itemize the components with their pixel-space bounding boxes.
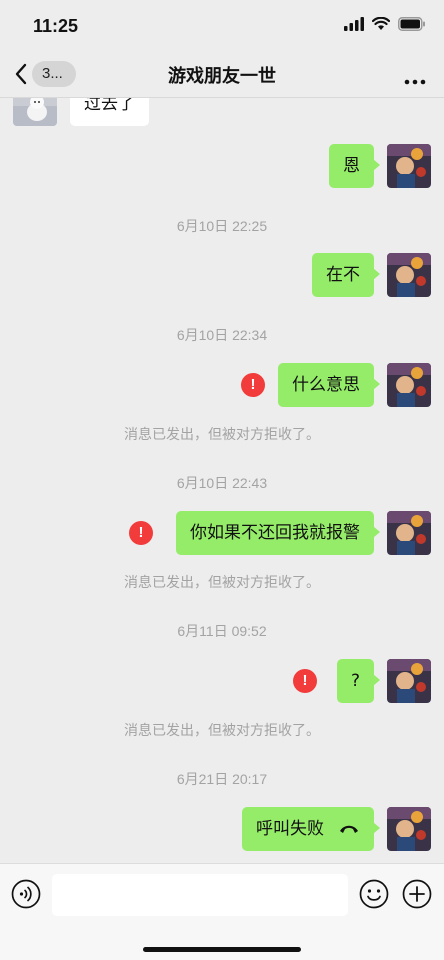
my-avatar-image [387,659,431,703]
my-avatar[interactable] [387,807,431,851]
timestamp: 6月21日 20:17 [176,771,268,787]
my-avatar[interactable] [387,253,431,297]
my-avatar[interactable] [387,363,431,407]
nav-bar: 3... 游戏朋友一世 [0,52,444,98]
my-avatar[interactable] [387,144,431,188]
signal-icon [344,17,364,31]
my-avatar-image [387,807,431,851]
timestamp: 6月10日 22:34 [176,327,268,343]
cat-avatar-image [13,98,57,126]
my-avatar[interactable] [387,511,431,555]
message-bubble-outgoing[interactable]: 什么意思 [278,363,380,407]
my-avatar-image [387,144,431,188]
voice-icon [11,879,41,909]
more-functions-button[interactable] [402,879,432,913]
voice-button[interactable] [11,879,41,913]
rejected-notice: 消息已发出，但被对方拒收了。 [124,427,320,443]
message-bubble-outgoing[interactable]: 你如果不还回我就报警 [176,511,380,555]
chat-title: 游戏朋友一世 [168,66,276,87]
rejected-notice: 消息已发出，但被对方拒收了。 [124,723,320,739]
call-failed-bubble[interactable]: 呼叫失败 [242,807,380,851]
my-avatar-image [387,363,431,407]
plus-icon [402,879,432,909]
message-bubble-outgoing[interactable]: 恩 [329,144,380,188]
status-bar: 11:25 [0,0,444,52]
input-bar [0,863,444,960]
status-icons [344,17,426,31]
home-indicator [143,947,301,952]
timestamp: 6月10日 22:25 [176,218,268,234]
call-status-text: 呼叫失败 [256,819,324,839]
send-failed-icon[interactable]: ! [241,373,265,397]
send-failed-icon[interactable]: ! [293,669,317,693]
my-avatar[interactable] [387,659,431,703]
message-bubble-outgoing[interactable]: 在不 [312,253,380,297]
emoji-button[interactable] [359,879,389,913]
rejected-notice: 消息已发出，但被对方拒收了。 [124,575,320,591]
contact-avatar[interactable] [13,98,57,126]
more-button[interactable] [404,70,426,89]
my-avatar-image [387,511,431,555]
my-avatar-image [387,253,431,297]
wifi-icon [372,17,390,30]
chat-area[interactable]: 过去了 恩 6月10日 22:25 在不 6月10日 22:34 ! 什么意思 [0,98,444,863]
status-time: 11:25 [33,16,79,36]
emoji-icon [359,879,389,909]
more-icon [404,79,426,85]
timestamp: 6月11日 09:52 [177,623,267,639]
battery-icon [398,17,425,31]
message-bubble-incoming[interactable]: 过去了 [70,98,149,126]
message-bubble-outgoing[interactable]: ? [336,659,381,703]
send-failed-icon[interactable]: ! [129,521,153,545]
message-input[interactable] [52,874,348,916]
call-icon [340,825,358,833]
timestamp: 6月10日 22:43 [176,475,268,491]
